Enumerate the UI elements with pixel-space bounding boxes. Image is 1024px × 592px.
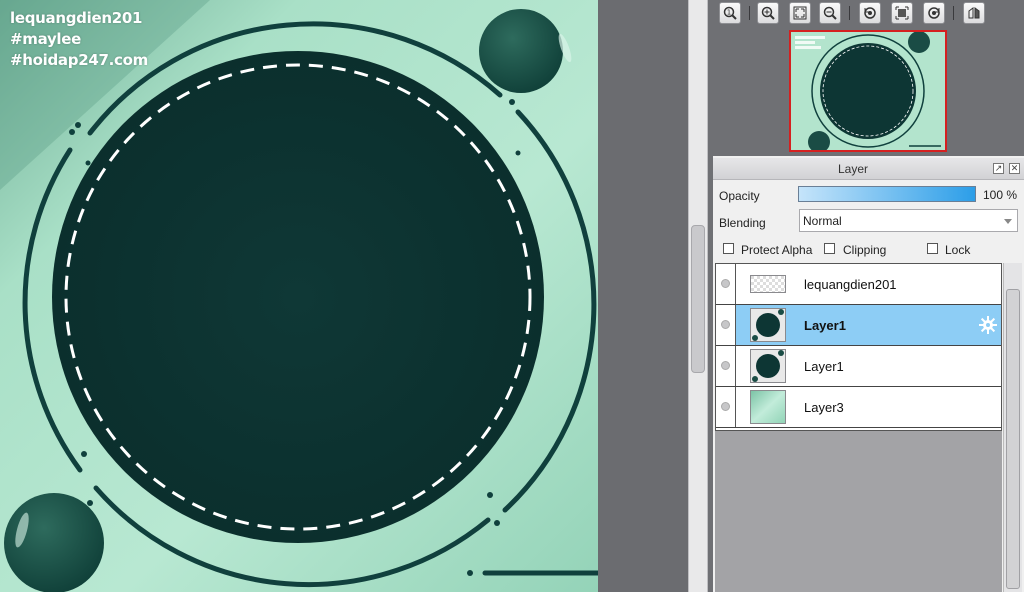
fit-window-icon <box>793 6 807 20</box>
scrollbar-thumb[interactable] <box>691 225 705 373</box>
layer-name: Layer1 <box>804 318 846 333</box>
layer-row[interactable]: Layer3 <box>716 387 1001 428</box>
undock-icon[interactable]: ↗ <box>993 163 1004 174</box>
layer-thumbnail <box>750 349 786 383</box>
zoom-actual-icon: 1 <box>723 6 737 20</box>
protect-alpha-label: Protect Alpha <box>741 243 813 257</box>
lock-label: Lock <box>945 243 971 257</box>
canvas-artwork <box>0 0 598 592</box>
chevron-down-icon <box>1004 219 1012 224</box>
visibility-toggle-icon[interactable] <box>721 402 730 411</box>
fit-window-button[interactable] <box>789 2 811 24</box>
protect-alpha-checkbox[interactable] <box>723 243 734 254</box>
flip-horizontal-button[interactable] <box>963 2 985 24</box>
scrollbar-thumb[interactable] <box>1006 289 1020 589</box>
blending-select[interactable]: Normal <box>799 209 1018 232</box>
rotate-right-icon <box>928 7 940 19</box>
rotate-left-button[interactable] <box>859 2 881 24</box>
layer-name: lequangdien201 <box>804 277 897 292</box>
workspace-background <box>598 0 688 592</box>
layer-row-selected[interactable]: Layer1 <box>716 305 1001 346</box>
layer-list-scrollbar[interactable] <box>1003 263 1022 592</box>
rotate-right-button[interactable] <box>923 2 945 24</box>
opacity-label: Opacity <box>719 189 760 203</box>
layer-thumbnail <box>750 308 786 342</box>
watermark-line-2: #maylee <box>10 30 82 48</box>
layer-list-empty-area <box>715 431 1002 592</box>
watermark-line-3: #hoidap247.com <box>10 51 148 69</box>
drawing-canvas[interactable]: lequangdien201 #maylee #hoidap247.com <box>0 0 598 592</box>
svg-text:1: 1 <box>727 9 731 17</box>
layer-name: Layer3 <box>804 400 844 415</box>
visibility-toggle-icon[interactable] <box>721 320 730 329</box>
layer-row[interactable]: lequangdien201 <box>716 264 1001 305</box>
zoom-actual-button[interactable]: 1 <box>719 2 741 24</box>
fit-screen-icon <box>895 6 909 20</box>
toolbar-separator <box>953 6 954 20</box>
layer-panel: Layer ↗ ✕ Opacity 100 % Blending Normal … <box>713 156 1024 592</box>
main-circle <box>52 51 544 543</box>
zoom-out-icon <box>823 6 837 20</box>
visibility-toggle-icon[interactable] <box>721 361 730 370</box>
watermark-line-1: lequangdien201 <box>10 9 143 27</box>
clipping-label: Clipping <box>843 243 887 257</box>
opacity-slider[interactable] <box>798 186 976 202</box>
bubble-top-right <box>479 9 563 93</box>
layer-row[interactable]: Layer1 <box>716 346 1001 387</box>
blending-value: Normal <box>803 214 842 228</box>
clipping-checkbox[interactable] <box>824 243 835 254</box>
layer-thumbnail <box>750 390 786 424</box>
navigator-preview[interactable] <box>789 30 947 152</box>
fit-screen-button[interactable] <box>891 2 913 24</box>
zoom-in-button[interactable] <box>757 2 779 24</box>
layer-list: lequangdien201 Layer1 Layer1 Layer3 <box>715 263 1002 431</box>
opacity-value: 100 % <box>983 188 1018 202</box>
preview-thumbnail <box>791 32 945 150</box>
toolbar-separator <box>749 6 750 20</box>
zoom-out-button[interactable] <box>819 2 841 24</box>
toolbar-separator <box>849 6 850 20</box>
rotate-left-icon <box>864 7 876 19</box>
layer-name: Layer1 <box>804 359 844 374</box>
blending-label: Blending <box>719 216 766 230</box>
navigator-toolbar: 1 <box>712 0 1024 28</box>
canvas-vertical-scrollbar[interactable] <box>688 0 708 592</box>
gear-icon[interactable] <box>979 316 997 334</box>
visibility-toggle-icon[interactable] <box>721 279 730 288</box>
layer-panel-title: Layer <box>837 162 869 176</box>
flip-horizontal-icon <box>968 7 980 19</box>
layer-thumbnail <box>750 275 786 293</box>
layer-panel-titlebar: Layer ↗ ✕ <box>713 158 1024 180</box>
close-icon[interactable]: ✕ <box>1009 163 1020 174</box>
zoom-in-icon <box>761 6 775 20</box>
lock-checkbox[interactable] <box>927 243 938 254</box>
